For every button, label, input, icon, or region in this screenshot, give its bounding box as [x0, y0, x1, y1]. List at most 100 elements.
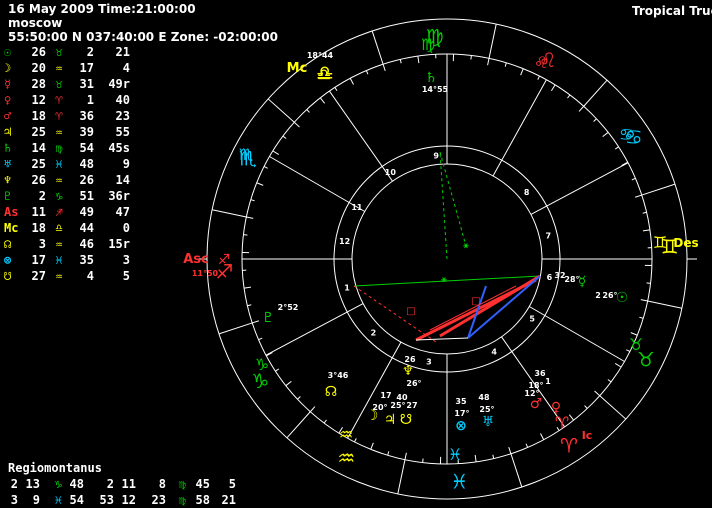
planet-glyph: ♋: [619, 125, 633, 144]
house-number: 4: [491, 348, 497, 357]
degree-tick: [594, 119, 597, 122]
planet-degree-label: 26: [404, 355, 416, 364]
degree-tick: [475, 455, 476, 462]
house-number: 12: [339, 237, 350, 246]
degree-tick: [509, 447, 511, 454]
planet-glyph: ♐: [218, 252, 231, 268]
house-number: 3: [426, 357, 432, 366]
planet-degree-label: 17: [380, 391, 391, 400]
sign-boundary-line: [287, 412, 310, 438]
degree-tick: [251, 200, 255, 201]
planet-degree-label: 14°55: [422, 85, 449, 94]
degree-tick: [643, 212, 647, 213]
sign-boundary-line: [511, 454, 522, 487]
degree-tick: [246, 217, 253, 218]
degree-tick: [366, 71, 368, 75]
zodiac-sign-icon: ♒: [337, 446, 355, 470]
planet-degree-label: 2: [595, 291, 601, 300]
degree-tick: [257, 183, 263, 186]
degree-tick: [320, 98, 324, 104]
aspect-glyph: □: [471, 296, 480, 307]
house-number: 8: [524, 188, 530, 197]
imum-coeli-label: Ic: [582, 429, 593, 442]
planet-degree-label: 28°: [564, 275, 579, 284]
degree-tick: [286, 381, 292, 385]
degree-tick: [273, 151, 279, 155]
planet-glyph: ♉: [629, 335, 643, 354]
sign-boundary-line: [398, 460, 405, 494]
degree-tick: [551, 85, 555, 91]
degree-tick: [521, 69, 524, 75]
planet-degree-label: 1: [545, 377, 551, 386]
sign-boundary-line: [584, 80, 607, 106]
degree-tick: [632, 178, 636, 180]
mc-degree-label: 18°44: [307, 51, 334, 60]
planet-glyph: ♄: [425, 70, 438, 86]
sign-boundary-line: [489, 24, 496, 58]
degree-tick: [418, 56, 419, 63]
house-cusp-line: [493, 80, 546, 176]
planet-degree-label: 20°: [372, 403, 387, 412]
planet-degree-label: 3°46: [328, 371, 349, 380]
descendant-label: Des: [673, 236, 698, 250]
planet-glyph: ♂: [530, 396, 543, 412]
degree-tick: [405, 453, 406, 460]
planet-glyph: ☉: [616, 290, 629, 306]
planet-glyph: ♅: [482, 414, 495, 430]
degree-tick: [643, 230, 650, 231]
degree-tick: [569, 415, 573, 421]
degree-tick: [488, 58, 489, 65]
planet-glyph: ♀: [551, 400, 561, 416]
degree-tick: [595, 391, 600, 396]
aspect-glyph: ⚹: [463, 241, 469, 251]
aspect-line-green: [354, 276, 540, 286]
planet-glyph: ♃: [384, 412, 397, 428]
house-number: 1: [344, 284, 350, 293]
planet-glyph: ♑: [255, 355, 269, 374]
planet-glyph: ♆: [402, 364, 414, 379]
degree-tick: [244, 287, 251, 288]
degree-tick: [294, 122, 299, 127]
degree-tick: [641, 300, 648, 301]
degree-tick: [310, 407, 315, 412]
midheaven-label: Mc: [287, 61, 308, 76]
aspect-line-white: [416, 338, 468, 340]
degree-tick: [354, 438, 356, 442]
zodiac-sign-icon: ♓: [450, 470, 468, 494]
zodiac-sign-icon: ♈: [560, 434, 578, 458]
degree-tick: [608, 379, 611, 381]
degree-tick: [350, 78, 353, 84]
sign-boundary-line: [219, 323, 252, 334]
house-number: 9: [433, 152, 439, 161]
planet-degree-label: 25°: [479, 405, 494, 414]
degree-tick: [505, 63, 506, 67]
degree-tick: [307, 109, 310, 112]
house-number: 7: [546, 232, 552, 241]
degree-tick: [493, 455, 494, 459]
aspect-line-red: [440, 276, 540, 336]
degree-tick: [388, 451, 389, 455]
house-number: 2: [371, 329, 377, 338]
house-cusp-line: [529, 307, 624, 362]
planet-glyph: ♍: [421, 35, 435, 54]
degree-tick: [275, 369, 278, 371]
aspect-line-green: [440, 152, 466, 246]
degree-tick: [603, 132, 609, 136]
planet-glyph: ♎: [317, 65, 331, 84]
degree-tick: [264, 166, 268, 168]
degree-tick: [585, 406, 588, 409]
planet-degree-label: 48: [478, 393, 490, 402]
sign-boundary-line: [268, 99, 294, 122]
planet-degree-label: 17°: [454, 409, 469, 418]
degree-tick: [252, 321, 259, 323]
planet-glyph: ♇: [262, 310, 275, 326]
degree-tick: [324, 420, 326, 423]
degree-tick: [635, 195, 642, 197]
planet-degree-label: 2°52: [278, 303, 299, 312]
sign-boundary-line: [372, 31, 383, 64]
planet-glyph: ♊: [653, 233, 667, 252]
degree-tick: [538, 76, 540, 80]
degree-tick: [247, 305, 251, 306]
sign-boundary-line: [642, 184, 675, 195]
aspect-glyph: ⚹: [441, 275, 447, 285]
